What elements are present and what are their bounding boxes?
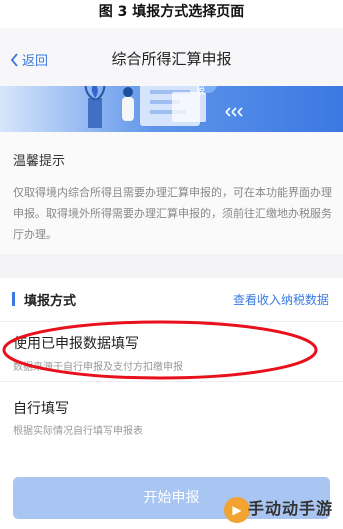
option-self-fill[interactable]: 自行填写 根据实际情况自行填写申报表 [0, 381, 343, 444]
section-title: 填报方式 [24, 294, 77, 309]
option-title: 自行填写 [13, 401, 69, 417]
watermark: 手动动手游 [247, 499, 333, 518]
banner-illustration [84, 86, 243, 128]
page-title: 综合所得汇算申报 [111, 50, 232, 68]
section-accent-bar [12, 292, 15, 306]
tips-panel: 温馨提示 仅取得境内综合所得且需要办理汇算申报的，可在本功能界面办理申报。取得境… [0, 132, 343, 254]
banner: 税 [0, 86, 343, 132]
option-desc: 根据实际情况自行填写申报表 [13, 426, 143, 437]
nav-bar: 返回 综合所得汇算申报 [0, 28, 343, 86]
watermark-logo-icon: ▶ [224, 497, 250, 523]
figure-caption: 图 3 填报方式选择页面 [0, 0, 343, 28]
tips-title: 温馨提示 [13, 154, 66, 169]
fill-method-header: 填报方式 查看收入纳税数据 [0, 278, 343, 321]
view-income-tax-link[interactable]: 查看收入纳税数据 [233, 291, 329, 308]
tips-body: 仅取得境内综合所得且需要办理汇算申报的，可在本功能界面办理申报。取得境外所得需要… [13, 186, 332, 241]
red-highlight-ellipse [2, 320, 318, 380]
tax-badge: 税 [196, 87, 206, 97]
